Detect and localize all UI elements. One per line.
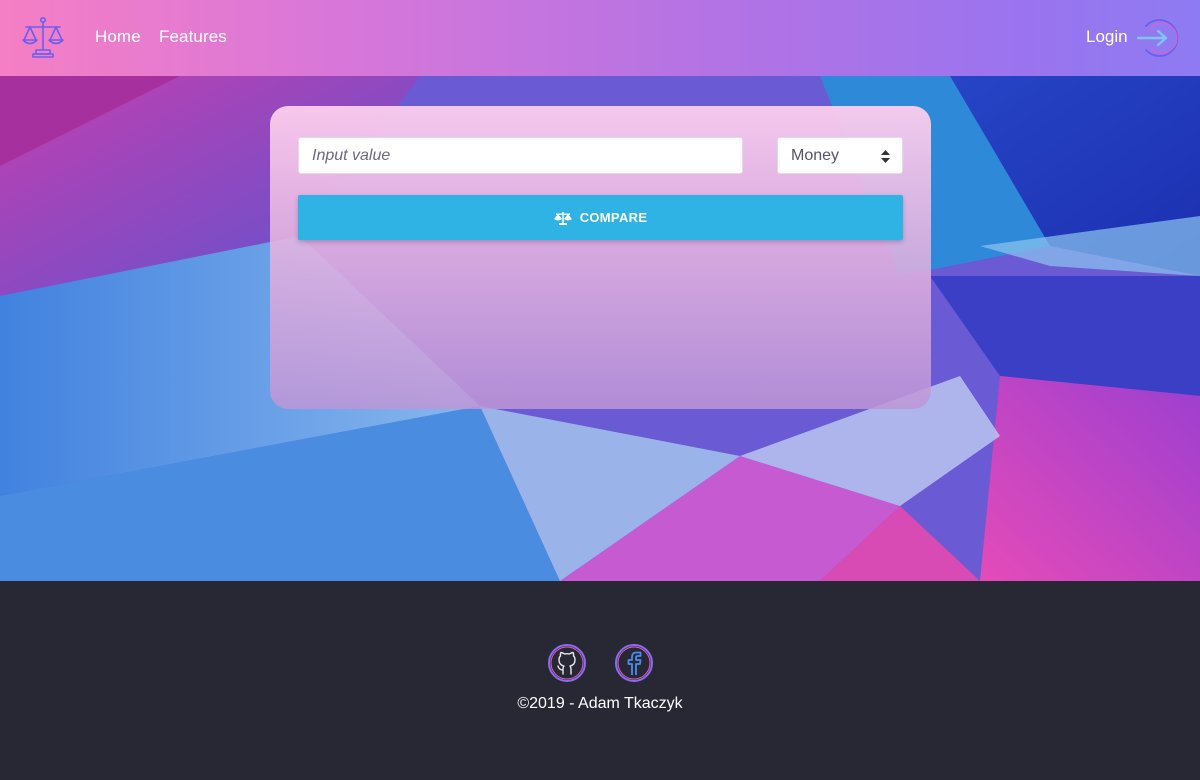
compare-button[interactable]: COMPARE (298, 195, 903, 240)
scales-logo-icon[interactable] (20, 16, 66, 60)
unit-select-value: Money (791, 146, 840, 164)
facebook-icon[interactable] (614, 643, 654, 683)
select-caret-icon (881, 150, 890, 163)
compare-button-label: COMPARE (579, 210, 648, 225)
copyright-text: ©2019 - Adam Tkaczyk (517, 695, 683, 712)
scales-icon (553, 211, 572, 225)
login-link[interactable]: Login (1086, 27, 1128, 47)
login-arrow-icon[interactable] (1136, 16, 1182, 60)
footer: ©2019 - Adam Tkaczyk (0, 581, 1200, 780)
compare-card: Money COMPARE (270, 106, 931, 409)
navbar: Home Features Login (0, 0, 1200, 76)
nav-home-link[interactable]: Home (95, 27, 141, 47)
unit-select[interactable]: Money (777, 137, 903, 174)
nav-features-link[interactable]: Features (159, 27, 227, 47)
value-input[interactable] (298, 137, 743, 174)
hero-section: Money COMPARE (0, 76, 1200, 581)
github-icon[interactable] (547, 643, 587, 683)
